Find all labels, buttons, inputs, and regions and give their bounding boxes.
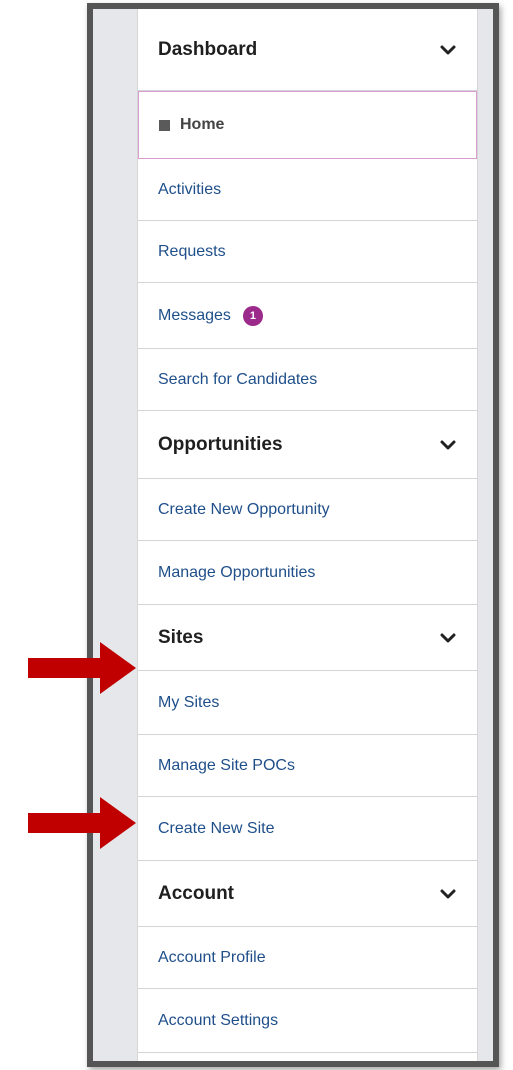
sidebar-item-manage-site-pocs[interactable]: Manage Site POCs [138,735,477,797]
sidebar-item-manage-opportunities[interactable]: Manage Opportunities [138,541,477,605]
sidebar-item-create-opportunity[interactable]: Create New Opportunity [138,479,477,541]
red-arrow-icon [28,642,136,694]
sidebar-item-label: Messages [158,306,231,324]
section-header-label: Account [158,882,234,904]
sidebar-item-activities[interactable]: Activities [138,159,477,221]
sidebar-item-create-site[interactable]: Create New Site [138,797,477,861]
sidebar-item-label: Account Settings [158,1011,279,1029]
section-header-label: Opportunities [158,433,283,455]
sidebar-item-label: Manage Opportunities [158,563,316,581]
chevron-down-icon [440,440,456,449]
sidebar-item-label: Requests [158,242,226,260]
sidebar-item-label: Search for Candidates [158,370,318,388]
sidebar-item-account-profile[interactable]: Account Profile [138,927,477,989]
sidebar-menu: Dashboard Home Activities Requests Messa… [137,9,478,1061]
sidebar-item-account-settings[interactable]: Account Settings [138,989,477,1053]
sidebar-item-label: Account Profile [158,948,266,966]
sidebar-item-my-sites[interactable]: My Sites [138,671,477,735]
section-header-opportunities[interactable]: Opportunities [138,411,477,479]
section-header-sites[interactable]: Sites [138,605,477,671]
section-header-dashboard[interactable]: Dashboard [138,9,477,91]
sidebar-item-home[interactable]: Home [138,91,477,159]
sidebar-item-messages[interactable]: Messages 1 [138,283,477,349]
chevron-down-icon [440,633,456,642]
sidebar-item-label: Activities [158,180,222,198]
sidebar-item-requests[interactable]: Requests [138,221,477,283]
sidebar-item-label: Create New Opportunity [158,500,330,518]
red-arrow-icon [28,797,136,849]
home-square-icon [159,119,170,131]
sidebar-item-label: Manage Site POCs [158,756,295,774]
section-header-label: Sites [158,626,204,648]
sidebar-item-search-candidates[interactable]: Search for Candidates [138,349,477,411]
section-header-label: Dashboard [158,38,258,60]
chevron-down-icon [440,45,456,54]
sidebar-item-label: Home [180,116,225,133]
sidebar-item-label: My Sites [158,693,220,711]
message-count-badge: 1 [242,305,263,326]
chevron-down-icon [440,889,456,898]
screenshot-frame: Dashboard Home Activities Requests Messa… [87,3,499,1067]
section-header-account[interactable]: Account [138,861,477,927]
page: Dashboard Home Activities Requests Messa… [0,0,513,1070]
sidebar-item-label: Create New Site [158,819,275,837]
